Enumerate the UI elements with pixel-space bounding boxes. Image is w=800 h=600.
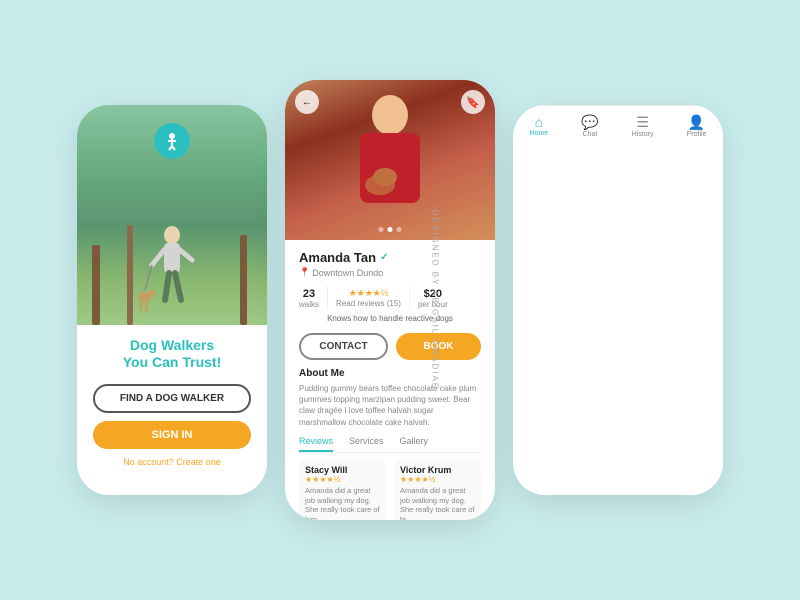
reviewer-1-name: Stacy Will (305, 465, 380, 475)
tagline-line2: You Can Trust! (93, 354, 251, 370)
home-icon-3: ⌂ (530, 114, 549, 130)
reviews-stat: ★★★★½ Read reviews (15) (336, 288, 401, 308)
nav-chat-3[interactable]: 💬 Chat (581, 114, 598, 487)
search-screen: 📍 Your Location Filters ⚙ 500+ dog walke… (513, 105, 723, 495)
nav-home-3[interactable]: ⌂ Home (530, 114, 549, 487)
verified-icon: ✓ (380, 252, 388, 263)
dot-3 (397, 227, 402, 232)
reviewer-2-name: Victor Krum (400, 465, 475, 475)
profile-icon-3: 👤 (687, 114, 707, 131)
no-account-text: No account? Create one (77, 457, 267, 467)
nav-profile-3[interactable]: 👤 Profile (687, 114, 707, 487)
dot-2-active (388, 227, 393, 232)
reviewer-1-text: Amanda did a great job walking my dog. S… (305, 486, 380, 520)
tab-gallery[interactable]: Gallery (400, 436, 429, 452)
walks-stat: 23 walks (299, 288, 319, 309)
reviewer-2-text: Amanda did a great job walking my dog. S… (400, 486, 475, 520)
back-button[interactable]: ← (295, 90, 319, 114)
about-title: About Me (299, 368, 481, 379)
stats-row: 23 walks ★★★★½ Read reviews (15) $20 per… (299, 286, 481, 310)
skill-tag: Knows how to handle reactive dogs (299, 314, 481, 323)
profile-photo: ← 🔖 (285, 80, 495, 240)
landing-screen: Dog Walkers You Can Trust! FIND A DOG WA… (77, 105, 267, 495)
bookmark-button[interactable]: 🔖 (461, 90, 485, 114)
about-section: About Me Pudding gummy bears toffee choc… (285, 368, 495, 428)
profile-tabs: Reviews Services Gallery (299, 436, 481, 453)
tab-reviews[interactable]: Reviews (299, 436, 333, 452)
location-icon: 📍 (299, 267, 310, 278)
sign-in-button[interactable]: SIGN IN (93, 421, 251, 449)
reviews-grid: Stacy Will ★★★★½ Amanda did a great job … (285, 453, 495, 520)
hero-image (77, 105, 267, 325)
contact-button[interactable]: CONTACT (299, 333, 388, 360)
history-icon-3: ☰ (632, 114, 654, 131)
chat-icon-3: 💬 (581, 114, 598, 131)
find-dog-walker-button[interactable]: FIND A DOG WALKER (93, 384, 251, 413)
image-dots (379, 227, 402, 232)
profile-location: 📍 Downtown Dundo (299, 267, 481, 278)
tagline: Dog Walkers You Can Trust! (77, 325, 267, 374)
profile-name: Amanda Tan ✓ (299, 250, 481, 265)
dog-walker-logo-icon (162, 131, 182, 151)
profile-screen: ← 🔖 Amanda Tan ✓ 📍 Downtown Dundo (285, 80, 495, 520)
stat-divider-2 (409, 286, 410, 310)
stat-divider-1 (327, 286, 328, 310)
about-text: Pudding gummy bears toffee chocolate cak… (299, 383, 481, 428)
person-dog-icon (137, 205, 207, 325)
dot-1 (379, 227, 384, 232)
action-buttons: CONTACT BOOK (285, 333, 495, 368)
bottom-nav-3: ⌂ Home 💬 Chat ☰ History 👤 Profile (513, 105, 723, 495)
tab-services[interactable]: Services (349, 436, 384, 452)
watermark: DESIGNED BY ABIGAIL UWADIAE (430, 210, 439, 390)
tagline-line1: Dog Walkers (93, 337, 251, 354)
reviewer-1-stars: ★★★★½ (305, 475, 380, 484)
profile-info: Amanda Tan ✓ 📍 Downtown Dundo 23 walks ★… (285, 240, 495, 333)
review-card-1: Stacy Will ★★★★½ Amanda did a great job … (299, 459, 386, 520)
nav-history-3[interactable]: ☰ History (632, 114, 654, 487)
reviewer-2-stars: ★★★★½ (400, 475, 475, 484)
review-card-2: Victor Krum ★★★★½ Amanda did a great job… (394, 459, 481, 520)
app-logo (154, 123, 190, 159)
create-account-link[interactable]: Create one (176, 457, 221, 467)
